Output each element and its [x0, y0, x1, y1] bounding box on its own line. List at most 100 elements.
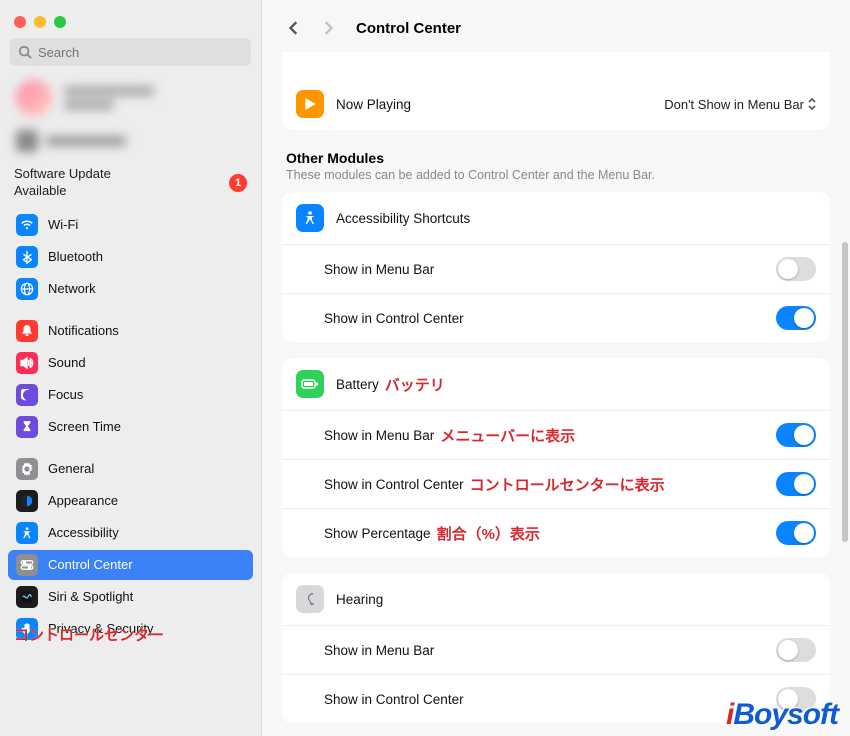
now-playing-icon: [296, 90, 324, 118]
sidebar-item-sound[interactable]: Sound: [8, 348, 253, 378]
hearing-header-row: Hearing: [282, 573, 830, 625]
sidebar-item-label: General: [48, 461, 94, 476]
system-settings-window: Software Update Available 1 Wi-Fi Bluetoo…: [0, 0, 850, 736]
hour-icon: [16, 416, 38, 438]
sidebar-item-siri-spotlight[interactable]: Siri & Spotlight: [8, 582, 253, 612]
access-icon: [16, 522, 38, 544]
sidebar-item-notifications[interactable]: Notifications: [8, 316, 253, 346]
sidebar-item-network[interactable]: Network: [8, 274, 253, 304]
family-item[interactable]: [0, 120, 261, 160]
hearing-menubar-toggle[interactable]: [776, 638, 816, 662]
now-playing-value-popup[interactable]: Don't Show in Menu Bar: [664, 97, 816, 112]
sidebar-item-label: Focus: [48, 387, 83, 402]
sidebar-item-control-center[interactable]: Control Center: [8, 550, 253, 580]
gear-icon: [16, 458, 38, 480]
apple-id-item[interactable]: [0, 76, 261, 120]
sidebar-item-bluetooth[interactable]: Bluetooth: [8, 242, 253, 272]
battery-percentage-label: Show Percentage: [324, 526, 431, 541]
battery-menubar-row: Show in Menu Bar メニューバーに表示: [282, 410, 830, 459]
sidebar-item-general[interactable]: General: [8, 454, 253, 484]
accessibility-header-row: Accessibility Shortcuts: [282, 192, 830, 244]
card-battery: Battery バッテリ Show in Menu Bar メニューバーに表示 …: [282, 358, 830, 557]
scrollbar-thumb[interactable]: [842, 242, 848, 542]
search-icon: [18, 45, 32, 59]
sidebar-item-focus[interactable]: Focus: [8, 380, 253, 410]
minimize-window-button[interactable]: [34, 16, 46, 28]
hearing-title: Hearing: [336, 592, 816, 607]
row-peek-prev: [282, 52, 830, 78]
appear-icon: [16, 490, 38, 512]
other-modules-title: Other Modules: [282, 146, 830, 168]
accessibility-cc-toggle[interactable]: [776, 306, 816, 330]
sidebar-item-accessibility[interactable]: Accessibility: [8, 518, 253, 548]
battery-menubar-toggle[interactable]: [776, 423, 816, 447]
annotation-cc: コントロールセンターに表示: [470, 474, 665, 495]
accessibility-menubar-toggle[interactable]: [776, 257, 816, 281]
accessibility-menubar-row: Show in Menu Bar: [282, 244, 830, 293]
sidebar-item-label: Accessibility: [48, 525, 119, 540]
annotation-battery: バッテリ: [385, 374, 445, 395]
zoom-window-button[interactable]: [54, 16, 66, 28]
search-field[interactable]: [10, 38, 251, 66]
card-accessibility: Accessibility Shortcuts Show in Menu Bar…: [282, 192, 830, 342]
now-playing-row: Now Playing Don't Show in Menu Bar: [282, 78, 830, 130]
battery-percentage-row: Show Percentage 割合（%）表示: [282, 508, 830, 557]
sidebar-item-label: Control Center: [48, 557, 133, 572]
nav-forward-button[interactable]: [314, 14, 342, 42]
sidebar-item-wi-fi[interactable]: Wi-Fi: [8, 210, 253, 240]
annotation-percentage: 割合（%）表示: [437, 523, 540, 544]
nav-back-button[interactable]: [280, 14, 308, 42]
content-pane: Control Center Now Playing Don't Show in…: [262, 0, 850, 736]
battery-percentage-toggle[interactable]: [776, 521, 816, 545]
battery-cc-row: Show in Control Center コントロールセンターに表示: [282, 459, 830, 508]
content-scroll[interactable]: Now Playing Don't Show in Menu Bar Other…: [262, 52, 850, 736]
sidebar-item-label: Network: [48, 281, 96, 296]
accessibility-icon: [296, 204, 324, 232]
page-title: Control Center: [356, 20, 461, 37]
content-header: Control Center: [262, 0, 850, 52]
close-window-button[interactable]: [14, 16, 26, 28]
sidebar-item-label: Sound: [48, 355, 86, 370]
battery-menubar-label: Show in Menu Bar: [324, 428, 434, 443]
hearing-icon: [296, 585, 324, 613]
avatar: [16, 80, 52, 116]
sidebar-item-label: Wi-Fi: [48, 217, 78, 232]
battery-cc-toggle[interactable]: [776, 472, 816, 496]
watermark: iBoysoft: [726, 698, 838, 732]
up-down-chevron-icon: [808, 98, 816, 110]
update-line1: Software Update: [14, 166, 111, 181]
hearing-menubar-label: Show in Menu Bar: [324, 643, 764, 658]
now-playing-label: Now Playing: [336, 97, 652, 112]
sidebar-item-label: Notifications: [48, 323, 119, 338]
wifi-icon: [16, 214, 38, 236]
battery-header-row: Battery バッテリ: [282, 358, 830, 410]
sidebar-item-screen-time[interactable]: Screen Time: [8, 412, 253, 442]
other-modules-subtitle: These modules can be added to Control Ce…: [282, 168, 830, 192]
accessibility-title: Accessibility Shortcuts: [336, 211, 816, 226]
siri-icon: [16, 586, 38, 608]
card-partial: Now Playing Don't Show in Menu Bar: [282, 52, 830, 130]
accessibility-cc-row: Show in Control Center: [282, 293, 830, 342]
battery-title: Battery: [336, 377, 379, 392]
sidebar-item-label: Siri & Spotlight: [48, 589, 133, 604]
globe-icon: [16, 278, 38, 300]
sound-icon: [16, 352, 38, 374]
bt-icon: [16, 246, 38, 268]
battery-icon: [296, 370, 324, 398]
annotation-sidebar-cc: コントロールセンター: [14, 624, 164, 645]
software-update-item[interactable]: Software Update Available 1: [0, 160, 261, 210]
hearing-cc-label: Show in Control Center: [324, 692, 764, 707]
accessibility-cc-label: Show in Control Center: [324, 311, 764, 326]
annotation-menubar: メニューバーに表示: [440, 425, 575, 446]
sidebar-item-appearance[interactable]: Appearance: [8, 486, 253, 516]
moon-icon: [16, 384, 38, 406]
bell-icon: [16, 320, 38, 342]
window-controls: [0, 8, 261, 38]
update-badge: 1: [229, 174, 247, 192]
cc-icon: [16, 554, 38, 576]
sidebar-item-label: Appearance: [48, 493, 118, 508]
search-input[interactable]: [38, 45, 243, 60]
battery-cc-label: Show in Control Center: [324, 477, 464, 492]
sidebar-item-label: Bluetooth: [48, 249, 103, 264]
update-line2: Available: [14, 183, 67, 198]
